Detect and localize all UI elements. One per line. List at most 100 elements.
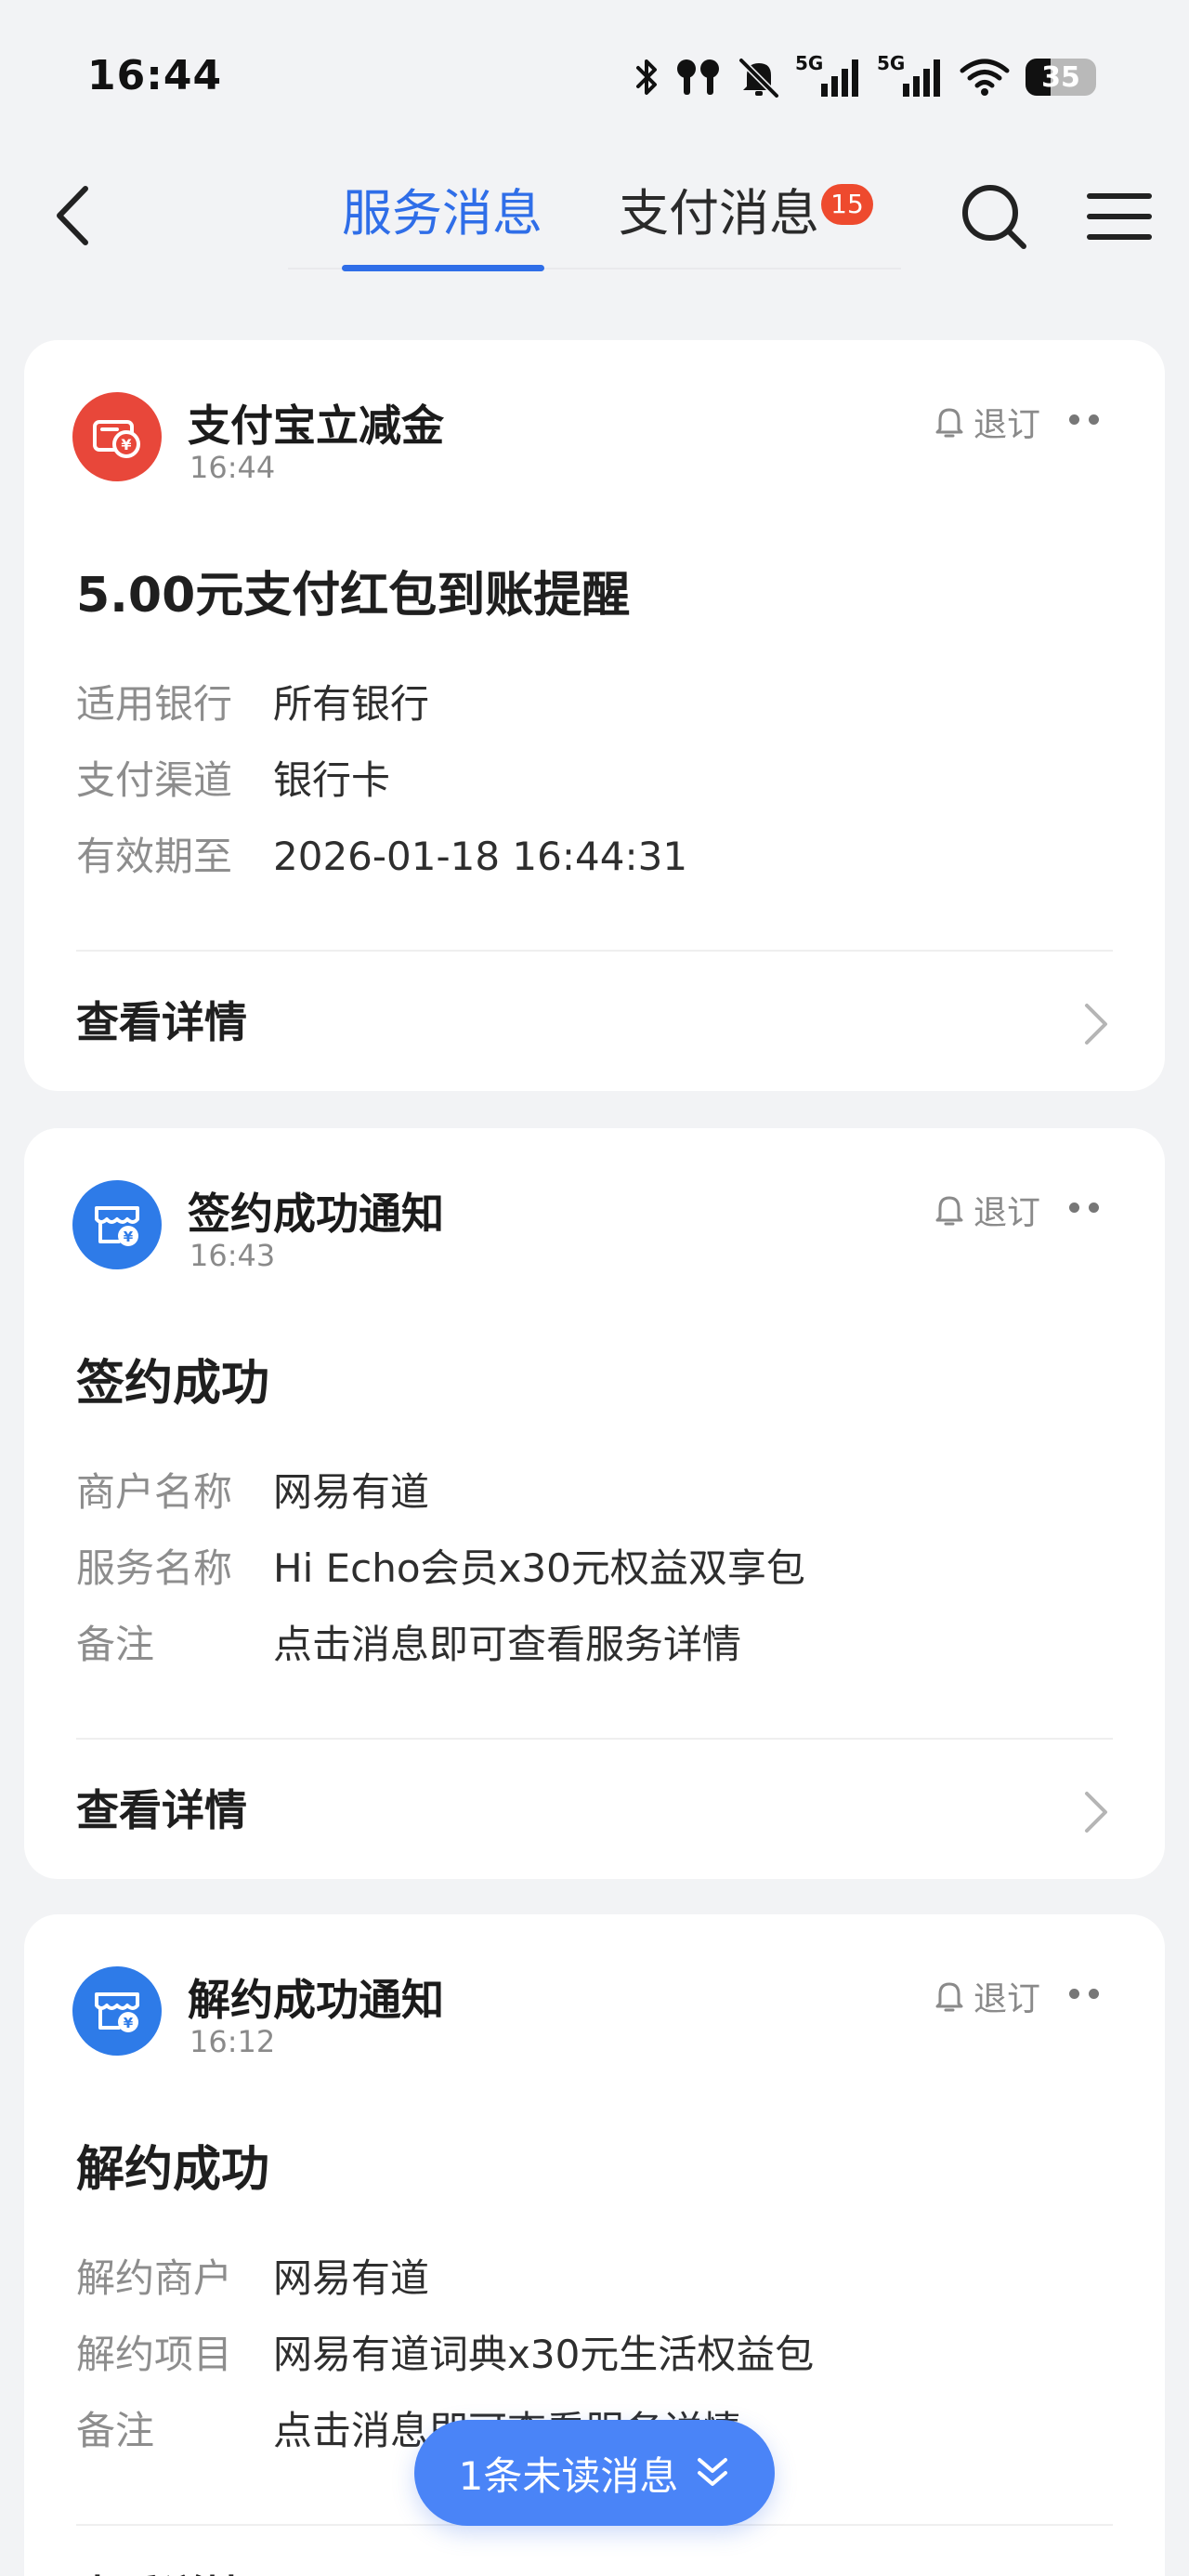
more-dot-icon bbox=[1089, 1988, 1099, 1999]
search-button[interactable] bbox=[957, 175, 1031, 258]
bell-icon bbox=[935, 1982, 963, 2012]
field-row: 解约商户 网易有道 bbox=[76, 2251, 429, 2307]
bell-icon bbox=[935, 408, 963, 438]
search-icon bbox=[962, 185, 1026, 249]
unsubscribe-button[interactable]: 退订 bbox=[934, 1972, 1040, 2020]
unsubscribe-label: 退订 bbox=[973, 406, 1040, 444]
signal-5g-icon: 5G bbox=[795, 52, 862, 99]
message-card[interactable]: ¥ 签约成功通知 16:43 退订 签约成功 商户名称 网易有道 服务名称 Hi… bbox=[24, 1128, 1165, 1879]
top-nav: 服务消息 支付消息 15 bbox=[0, 139, 1189, 279]
message-time: 16:44 bbox=[189, 450, 276, 485]
battery-level-text: 35 bbox=[1041, 60, 1080, 94]
field-label: 适用银行 bbox=[76, 681, 233, 727]
field-label: 解约商户 bbox=[76, 2255, 233, 2301]
view-details-row[interactable]: 查看详情 bbox=[24, 952, 1165, 1091]
unread-count-badge: 15 bbox=[821, 184, 873, 225]
svg-text:¥: ¥ bbox=[121, 436, 131, 453]
signal-5g-icon: 5G bbox=[877, 52, 944, 99]
unread-messages-label: 1条未读消息 bbox=[458, 2452, 679, 2499]
message-card[interactable]: ¥ 支付宝立减金 16:44 退订 5.00元支付红包到账提醒 适用银行 所有银… bbox=[24, 340, 1165, 1091]
field-row: 商户名称 网易有道 bbox=[76, 1465, 429, 1520]
message-tabs: 服务消息 支付消息 15 bbox=[288, 167, 901, 271]
tab-payment-messages[interactable]: 支付消息 bbox=[619, 167, 851, 269]
bluetooth-icon bbox=[636, 59, 657, 95]
field-label: 备注 bbox=[76, 1622, 155, 1667]
more-dot-icon bbox=[1089, 1202, 1099, 1213]
field-value: 网易有道 bbox=[273, 1469, 430, 1515]
earbuds-icon bbox=[677, 59, 719, 95]
more-dot-icon bbox=[1089, 414, 1099, 425]
card-header: ¥ 解约成功通知 16:12 退订 bbox=[72, 1966, 1117, 2059]
field-value: 点击消息即可查看服务详情 bbox=[273, 1622, 742, 1667]
field-label: 有效期至 bbox=[76, 834, 233, 879]
unsubscribe-label: 退订 bbox=[973, 1980, 1040, 2018]
view-details-label: 查看详情 bbox=[76, 2563, 247, 2576]
tab-service-messages[interactable]: 服务消息 bbox=[342, 167, 546, 271]
field-value: 网易有道 bbox=[273, 2255, 430, 2301]
field-row: 支付渠道 银行卡 bbox=[76, 753, 390, 808]
field-row: 服务名称 Hi Echo会员x30元权益双享包 bbox=[76, 1541, 805, 1597]
app-name: 支付宝立减金 bbox=[188, 401, 444, 451]
svg-text:¥: ¥ bbox=[124, 1229, 134, 1245]
contract-store-icon: ¥ bbox=[72, 1180, 162, 1269]
back-arrow-icon bbox=[57, 186, 88, 245]
message-title: 签约成功 bbox=[76, 1356, 270, 1412]
bell-icon bbox=[935, 1196, 963, 1226]
field-label: 解约项目 bbox=[76, 2332, 233, 2377]
status-time: 16:44 bbox=[87, 52, 223, 99]
message-time: 16:12 bbox=[189, 2024, 276, 2059]
more-options-button[interactable] bbox=[1061, 1979, 1107, 2007]
field-value: Hi Echo会员x30元权益双享包 bbox=[273, 1545, 805, 1591]
more-dot-icon bbox=[1069, 414, 1079, 425]
active-tab-indicator bbox=[342, 265, 544, 271]
field-label: 备注 bbox=[76, 2408, 155, 2453]
field-value: 所有银行 bbox=[273, 681, 430, 727]
service-messages-screen: 16:44 5G 5G 35 服务消息 支付消息 15 ¥ 支付宝立减金 16:… bbox=[0, 0, 1189, 2576]
back-button[interactable] bbox=[43, 178, 102, 253]
view-details-row[interactable]: 查看详情 bbox=[24, 1740, 1165, 1879]
app-name: 签约成功通知 bbox=[188, 1189, 444, 1239]
view-details-row[interactable]: 查看详情 bbox=[24, 2526, 1165, 2576]
field-label: 商户名称 bbox=[76, 1469, 233, 1515]
app-name: 解约成功通知 bbox=[188, 1975, 444, 2025]
field-label: 服务名称 bbox=[76, 1545, 233, 1591]
field-label: 支付渠道 bbox=[76, 757, 233, 803]
card-header: ¥ 支付宝立减金 16:44 退订 bbox=[72, 392, 1117, 485]
message-title: 解约成功 bbox=[76, 2142, 270, 2198]
red-packet-icon: ¥ bbox=[72, 392, 162, 481]
unsubscribe-label: 退订 bbox=[973, 1194, 1040, 1232]
menu-button[interactable] bbox=[1078, 175, 1161, 258]
tab-payment-label: 支付消息 bbox=[619, 184, 819, 243]
view-details-label: 查看详情 bbox=[76, 997, 247, 1047]
battery-icon: 35 bbox=[1026, 59, 1096, 96]
chevron-right-icon bbox=[1078, 1788, 1115, 1836]
field-row: 有效期至 2026-01-18 16:44:31 bbox=[76, 829, 687, 885]
field-row: 解约项目 网易有道词典x30元生活权益包 bbox=[76, 2327, 814, 2383]
unsubscribe-button[interactable]: 退订 bbox=[934, 398, 1040, 446]
view-details-label: 查看详情 bbox=[76, 1785, 247, 1835]
field-value: 银行卡 bbox=[273, 757, 391, 803]
double-chevron-down-icon bbox=[698, 2458, 728, 2486]
status-bar: 16:44 5G 5G 35 bbox=[0, 0, 1189, 139]
wifi-icon bbox=[960, 59, 1010, 96]
message-title: 5.00元支付红包到账提醒 bbox=[76, 568, 631, 624]
more-dot-icon bbox=[1069, 1988, 1079, 1999]
unread-messages-button[interactable]: 1条未读消息 bbox=[414, 2420, 775, 2526]
more-dot-icon bbox=[1069, 1202, 1079, 1213]
status-icons: 5G 5G 35 bbox=[635, 52, 1096, 100]
more-options-button[interactable] bbox=[1061, 1193, 1107, 1221]
message-time: 16:43 bbox=[189, 1238, 276, 1273]
more-options-button[interactable] bbox=[1061, 405, 1107, 433]
menu-icon bbox=[1087, 193, 1152, 240]
field-row: 适用银行 所有银行 bbox=[76, 677, 429, 732]
field-value: 2026-01-18 16:44:31 bbox=[273, 834, 688, 879]
muted-bell-icon bbox=[738, 58, 779, 98]
tab-service-label: 服务消息 bbox=[342, 184, 542, 243]
chevron-right-icon bbox=[1078, 1000, 1115, 1048]
svg-text:¥: ¥ bbox=[124, 2015, 134, 2031]
contract-store-icon: ¥ bbox=[72, 1966, 162, 2056]
card-header: ¥ 签约成功通知 16:43 退订 bbox=[72, 1180, 1117, 1273]
field-row: 备注 点击消息即可查看服务详情 bbox=[76, 1617, 741, 1673]
field-value: 网易有道词典x30元生活权益包 bbox=[273, 2332, 815, 2377]
unsubscribe-button[interactable]: 退订 bbox=[934, 1186, 1040, 1234]
